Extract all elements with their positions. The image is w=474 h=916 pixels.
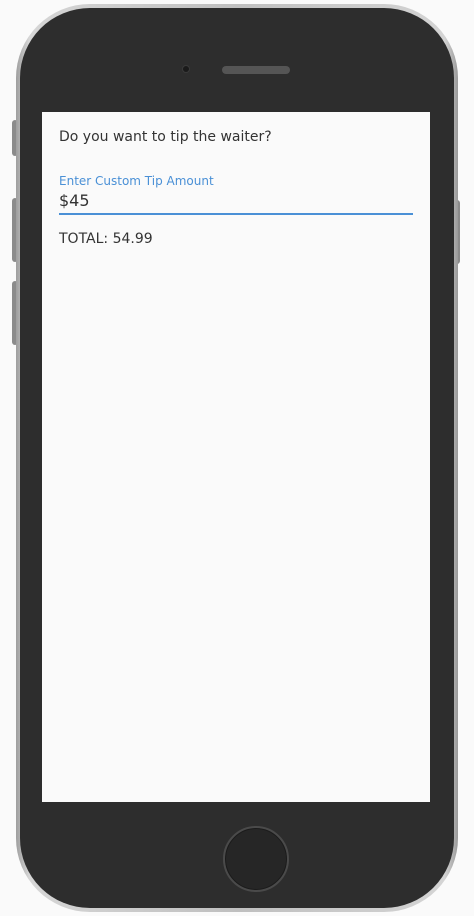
total-amount: TOTAL: 54.99 xyxy=(59,231,153,247)
earpiece-speaker xyxy=(222,66,290,74)
front-camera-icon xyxy=(183,66,189,72)
custom-tip-label: Enter Custom Tip Amount xyxy=(59,174,214,188)
custom-tip-field[interactable]: Enter Custom Tip Amount xyxy=(59,174,413,216)
tip-question: Do you want to tip the waiter? xyxy=(59,129,272,145)
home-button[interactable] xyxy=(223,826,289,892)
device-mockup: Do you want to tip the waiter? Enter Cus… xyxy=(0,0,474,916)
app-screen: Do you want to tip the waiter? Enter Cus… xyxy=(42,112,430,802)
custom-tip-underline xyxy=(59,213,413,215)
custom-tip-input[interactable] xyxy=(59,187,413,213)
